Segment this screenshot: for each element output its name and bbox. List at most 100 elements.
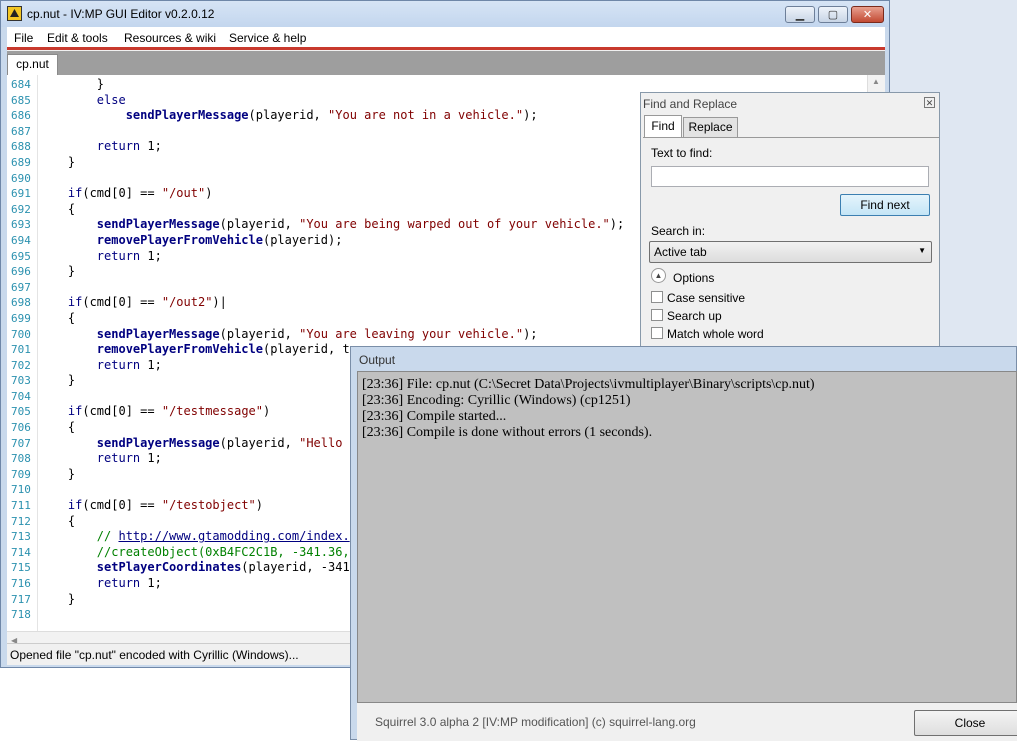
output-window: Output [23:36] File: cp.nut (C:\Secret D… xyxy=(350,346,1017,741)
close-button[interactable]: ✕ xyxy=(851,6,884,23)
code-text: if(cmd[0] == "/out2")| xyxy=(67,295,227,310)
code-text: } xyxy=(39,373,76,388)
code-text: else xyxy=(96,92,126,107)
line-number: 711 xyxy=(11,499,31,513)
code-text: { xyxy=(39,513,76,528)
output-line: [23:36] Encoding: Cyrillic (Windows) (cp… xyxy=(362,393,631,408)
scroll-up-icon[interactable]: ▲ xyxy=(872,77,880,86)
output-log: [23:36] File: cp.nut (C:\Secret Data\Pro… xyxy=(357,371,1017,703)
search-up-checkbox[interactable] xyxy=(651,309,663,321)
line-number: 709 xyxy=(11,467,31,481)
case-sensitive-checkbox[interactable] xyxy=(651,291,663,303)
tab-cp-nut[interactable]: cp.nut xyxy=(7,54,58,75)
line-number: 705 xyxy=(11,405,31,419)
menu-service-help[interactable]: Service & help xyxy=(229,31,306,45)
code-text: return 1; xyxy=(96,357,162,372)
menu-file[interactable]: File xyxy=(14,31,33,45)
minimize-button[interactable]: ▁ xyxy=(785,6,815,23)
text-to-find-input[interactable] xyxy=(651,166,929,187)
output-close-button[interactable]: Close xyxy=(914,710,1017,736)
code-text: sendPlayerMessage(playerid, "You are not… xyxy=(125,108,538,123)
code-text: sendPlayerMessage(playerid, "Hello xyxy=(96,435,350,450)
line-number: 716 xyxy=(11,577,31,590)
line-number: 694 xyxy=(11,233,31,247)
search-up-label: Search up xyxy=(667,309,722,323)
output-line: [23:36] File: cp.nut (C:\Secret Data\Pro… xyxy=(362,377,815,392)
find-next-button[interactable]: Find next xyxy=(840,194,930,216)
line-number: 688 xyxy=(11,140,31,154)
code-text: } xyxy=(39,77,105,91)
line-number: 691 xyxy=(11,187,31,201)
find-replace-dialog: Find and Replace ✕ Find Replace Text to … xyxy=(640,92,940,350)
code-text: // http://www.gtamodding.com/index. xyxy=(96,529,350,544)
line-number: 686 xyxy=(11,109,31,123)
code-line[interactable]: 684 } xyxy=(7,77,885,93)
output-line: [23:36] Compile started... xyxy=(362,409,507,424)
tab-replace[interactable]: Replace xyxy=(683,117,738,137)
line-number: 689 xyxy=(11,155,31,169)
match-whole-word-checkbox[interactable] xyxy=(651,327,663,339)
line-number: 693 xyxy=(11,218,31,232)
code-text: setPlayerCoordinates(playerid, -341 xyxy=(96,560,350,575)
line-number: 713 xyxy=(11,530,31,544)
find-panel: Text to find: Find next Search in: Activ… xyxy=(643,137,939,350)
match-whole-word-label: Match whole word xyxy=(667,327,764,341)
code-text: removePlayerFromVehicle(playerid); xyxy=(96,232,343,247)
maximize-button[interactable]: ▢ xyxy=(818,6,848,23)
output-footer: Squirrel 3.0 alpha 2 [IV:MP modification… xyxy=(357,703,1017,741)
line-number: 708 xyxy=(11,452,31,466)
output-line: [23:36] Compile is done without errors (… xyxy=(362,425,653,440)
code-text: } xyxy=(39,466,76,481)
app-icon xyxy=(7,6,22,21)
window-title: cp.nut - IV:MP GUI Editor v0.2.0.12 xyxy=(27,7,215,21)
code-text: { xyxy=(39,310,76,325)
line-number: 700 xyxy=(11,327,31,341)
status-text: Opened file "cp.nut" encoded with Cyrill… xyxy=(10,648,299,662)
line-number: 715 xyxy=(11,561,31,575)
line-number: 707 xyxy=(11,436,31,450)
find-replace-title: Find and Replace xyxy=(643,97,738,111)
options-toggle-icon[interactable]: ▲ xyxy=(651,268,666,283)
code-text: return 1; xyxy=(96,139,162,154)
line-number: 692 xyxy=(11,202,31,216)
menu-resources-wiki[interactable]: Resources & wiki xyxy=(124,31,216,45)
code-text: { xyxy=(39,420,76,435)
code-text: return 1; xyxy=(96,451,162,466)
options-label: Options xyxy=(673,271,715,285)
search-in-value: Active tab xyxy=(654,245,707,259)
line-number: 701 xyxy=(11,343,31,357)
output-footer-text: Squirrel 3.0 alpha 2 [IV:MP modification… xyxy=(375,715,696,729)
code-text: if(cmd[0] == "/testobject") xyxy=(67,498,263,513)
line-number: 702 xyxy=(11,358,31,372)
menu-edit-tools[interactable]: Edit & tools xyxy=(47,31,108,45)
close-icon[interactable]: ✕ xyxy=(924,97,935,108)
line-number: 712 xyxy=(11,514,31,528)
code-text: sendPlayerMessage(playerid, "You are bei… xyxy=(96,217,625,232)
search-in-select[interactable]: Active tab ▼ xyxy=(649,241,932,263)
output-title: Output xyxy=(359,353,396,367)
code-text: if(cmd[0] == "/testmessage") xyxy=(67,404,271,419)
line-number: 714 xyxy=(11,545,31,559)
title-bar[interactable]: cp.nut - IV:MP GUI Editor v0.2.0.12 ▁ ▢ … xyxy=(1,1,889,27)
code-text: } xyxy=(39,591,76,606)
line-number: 718 xyxy=(11,608,31,622)
search-in-label: Search in: xyxy=(651,224,706,238)
code-text: } xyxy=(39,264,76,279)
code-text: //createObject(0xB4FC2C1B, -341.36, xyxy=(39,544,350,559)
tab-find[interactable]: Find xyxy=(644,115,682,138)
code-text: removePlayerFromVehicle(playerid, t xyxy=(96,342,350,357)
line-number: 699 xyxy=(11,311,31,325)
line-number: 697 xyxy=(11,280,31,294)
code-text: { xyxy=(39,201,76,216)
code-text: if(cmd[0] == "/out") xyxy=(67,186,213,201)
tab-strip: cp.nut xyxy=(7,51,885,75)
code-text: } xyxy=(39,154,76,169)
line-number: 706 xyxy=(11,421,31,435)
line-number: 696 xyxy=(11,265,31,279)
line-number: 690 xyxy=(11,171,31,185)
code-text: return 1; xyxy=(96,248,162,263)
code-text: return 1; xyxy=(96,576,162,590)
line-number: 710 xyxy=(11,483,31,497)
line-number: 685 xyxy=(11,93,31,107)
line-number: 684 xyxy=(11,78,31,91)
